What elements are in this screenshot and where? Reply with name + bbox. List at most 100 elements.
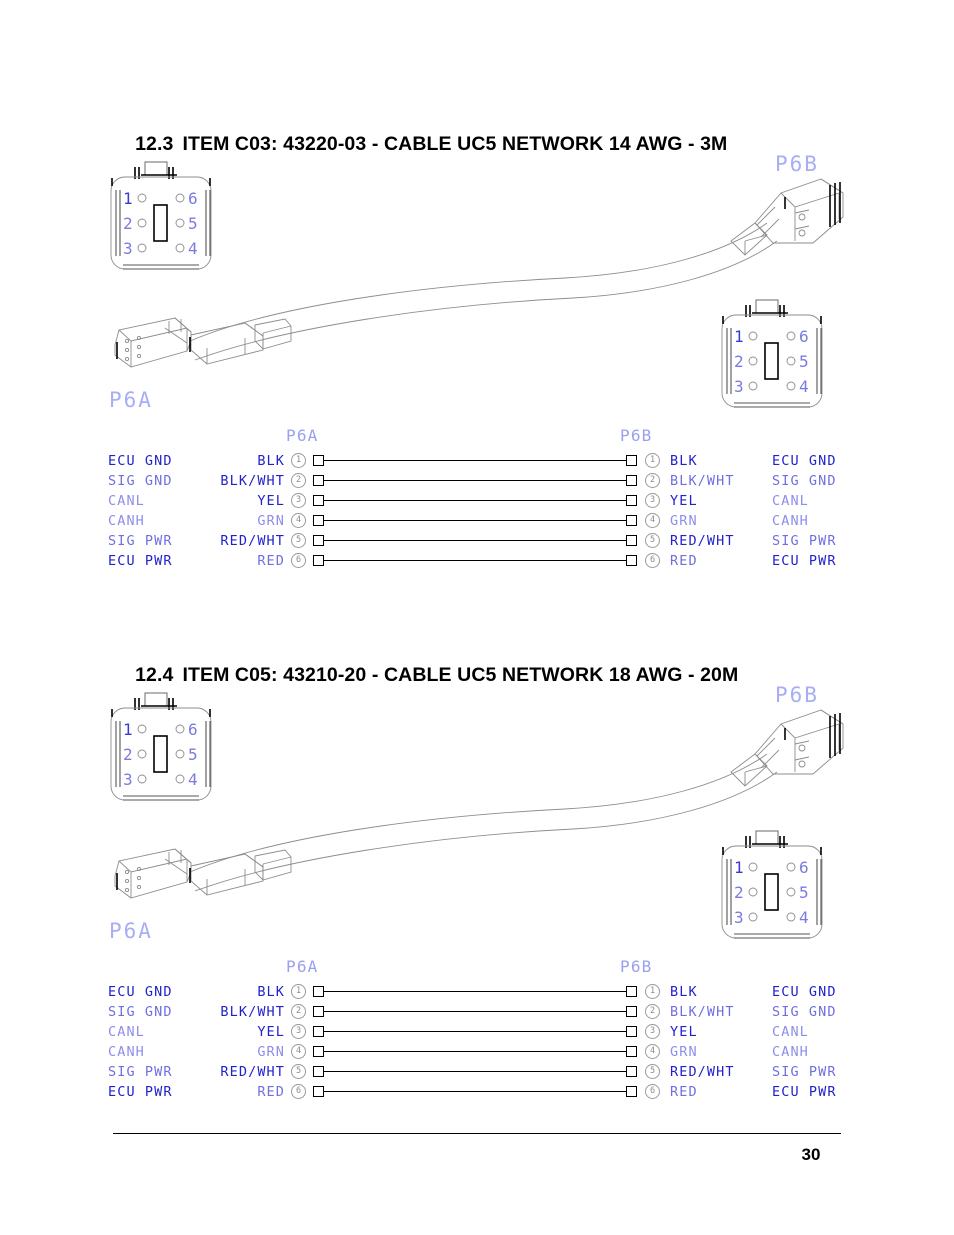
function-left: ECU GND — [108, 984, 173, 1000]
wire-color-right: YEL — [670, 1024, 698, 1040]
table-row: ECU GND BLK 1 1 BLK ECU GND — [0, 982, 954, 1002]
pin-number-left: 1 — [291, 453, 306, 468]
table-row: CANL YEL 3 3 YEL CANL — [0, 1022, 954, 1042]
function-right: ECU GND — [772, 984, 837, 1000]
function-right: CANL — [772, 493, 809, 509]
face-pin-5: 5 — [188, 745, 198, 764]
function-right: ECU PWR — [772, 1084, 837, 1100]
terminal-left — [313, 1046, 324, 1057]
terminal-right — [626, 515, 637, 526]
face-pin-4: 4 — [799, 908, 809, 927]
face-pin-3: 3 — [734, 908, 744, 927]
connector-label-p6b: P6B — [775, 152, 819, 176]
pin-number-left: 6 — [291, 553, 306, 568]
connector-p6a-3d: P6A — [109, 848, 292, 943]
face-pin-1: 1 — [123, 720, 133, 739]
footer-divider — [113, 1133, 841, 1134]
wire-line — [324, 1051, 627, 1052]
wire-line — [324, 500, 627, 501]
face-pin-3: 3 — [123, 239, 133, 258]
connector-face-view-top-left: 1 2 3 6 5 4 — [110, 692, 212, 801]
terminal-left — [313, 455, 324, 466]
terminal-right — [626, 455, 637, 466]
function-left: SIG GND — [108, 1004, 173, 1020]
connector-p6b-3d: P6B — [730, 152, 844, 256]
table-row: CANH GRN 4 4 GRN CANH — [0, 1042, 954, 1062]
pin-number-right: 5 — [645, 1064, 660, 1079]
terminal-right — [626, 495, 637, 506]
function-right: ECU PWR — [772, 553, 837, 569]
wire-line — [324, 480, 627, 481]
terminal-left — [313, 515, 324, 526]
wire-color-left: BLK — [257, 984, 285, 1000]
function-left: ECU PWR — [108, 553, 173, 569]
wire-color-left: YEL — [257, 1024, 285, 1040]
cable-body — [189, 753, 778, 892]
function-right: CANH — [772, 513, 809, 529]
connector-face-view-bottom-right: 1 2 3 6 5 4 — [721, 299, 823, 408]
pin-number-right: 4 — [645, 513, 660, 528]
wire-color-left: GRN — [257, 513, 285, 529]
terminal-right — [626, 1046, 637, 1057]
terminal-left — [313, 986, 324, 997]
face-pin-4: 4 — [188, 239, 198, 258]
wire-color-left: BLK/WHT — [220, 473, 285, 489]
terminal-left — [313, 1026, 324, 1037]
face-pin-6: 6 — [188, 720, 198, 739]
pin-number-right: 6 — [645, 553, 660, 568]
terminal-left — [313, 1006, 324, 1017]
face-pin-2: 2 — [734, 352, 744, 371]
pin-number-right: 3 — [645, 1024, 660, 1039]
pin-number-left: 3 — [291, 493, 306, 508]
connector-label-p6b: P6B — [775, 683, 819, 707]
cable-assembly-illustration: 1 2 3 6 5 4 P6A P6B 1 2 3 6 5 4 — [95, 676, 855, 966]
document-page: 12.3 ITEM C03: 43220-03 - CABLE UC5 NETWO… — [0, 0, 954, 1235]
face-pin-5: 5 — [188, 214, 198, 233]
function-right: SIG GND — [772, 1004, 837, 1020]
wire-line — [324, 520, 627, 521]
wire-color-left: RED/WHT — [220, 1064, 285, 1080]
face-pin-2: 2 — [123, 745, 133, 764]
wire-color-left: RED/WHT — [220, 533, 285, 549]
pin-number-right: 1 — [645, 984, 660, 999]
wire-color-left: RED — [257, 1084, 285, 1100]
face-pin-5: 5 — [799, 352, 809, 371]
cable-body — [189, 222, 778, 361]
wire-color-left: YEL — [257, 493, 285, 509]
terminal-right — [626, 1006, 637, 1017]
table-row: ECU PWR RED 6 6 RED ECU PWR — [0, 551, 954, 571]
function-left: CANL — [108, 1024, 145, 1040]
wire-line — [324, 1031, 627, 1032]
face-pin-3: 3 — [734, 377, 744, 396]
terminal-right — [626, 475, 637, 486]
wire-color-right: BLK — [670, 453, 698, 469]
face-pin-2: 2 — [123, 214, 133, 233]
terminal-left — [313, 475, 324, 486]
pin-number-left: 5 — [291, 533, 306, 548]
pin-number-right: 1 — [645, 453, 660, 468]
connector-p6b-3d: P6B — [730, 683, 844, 787]
connector-label-p6a: P6A — [109, 919, 153, 943]
wire-color-right: GRN — [670, 513, 698, 529]
terminal-left — [313, 555, 324, 566]
connector-label-p6a: P6A — [109, 388, 153, 412]
face-pin-4: 4 — [188, 770, 198, 789]
wire-line — [324, 460, 627, 461]
connector-face-view-top-left: 1 2 3 6 5 4 — [110, 161, 212, 270]
face-pin-1: 1 — [734, 858, 744, 877]
wire-line — [324, 991, 627, 992]
table-row: SIG GND BLK/WHT 2 2 BLK/WHT SIG GND — [0, 1002, 954, 1022]
wire-color-right: RED — [670, 1084, 698, 1100]
table-row: SIG GND BLK/WHT 2 2 BLK/WHT SIG GND — [0, 471, 954, 491]
pin-number-left: 6 — [291, 1084, 306, 1099]
pin-number-right: 5 — [645, 533, 660, 548]
wire-color-right: YEL — [670, 493, 698, 509]
pinout-table-12-3: P6A P6B ECU GND BLK 1 1 BLK ECU GND SIG … — [0, 421, 954, 569]
function-right: SIG GND — [772, 473, 837, 489]
wire-color-left: BLK — [257, 453, 285, 469]
terminal-left — [313, 495, 324, 506]
function-right: SIG PWR — [772, 533, 837, 549]
pin-number-left: 4 — [291, 513, 306, 528]
function-left: CANH — [108, 513, 145, 529]
pin-number-left: 1 — [291, 984, 306, 999]
